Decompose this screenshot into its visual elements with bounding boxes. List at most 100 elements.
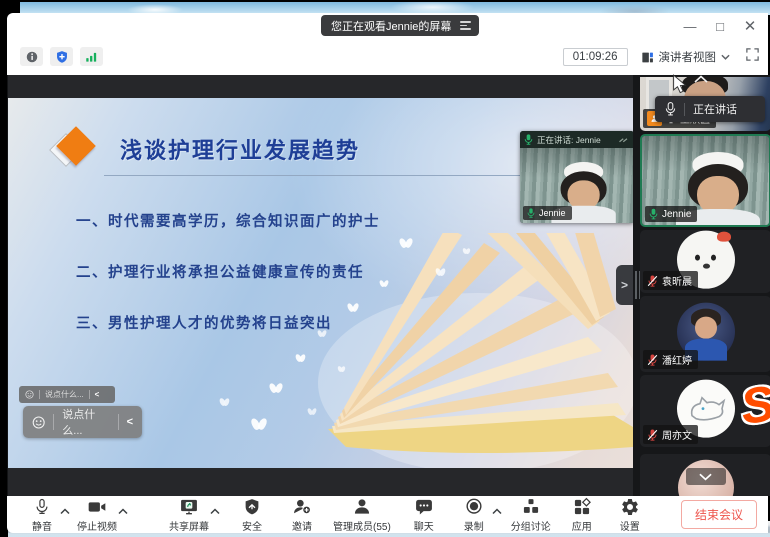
chat-placeholder[interactable]: 说点什么...	[45, 389, 84, 400]
participant-name: 潘红婷	[662, 352, 692, 367]
mic-muted-icon	[647, 354, 658, 366]
share-screen-label: 共享屏幕	[169, 518, 209, 533]
butterfly-icon	[308, 408, 316, 415]
security-status-button[interactable]	[50, 47, 73, 66]
butterfly-icon	[400, 238, 412, 248]
chevron-up-icon	[694, 75, 708, 83]
scroll-up-button[interactable]	[694, 70, 708, 88]
end-meeting-button[interactable]: 结束会议	[681, 500, 757, 529]
chat-quick-bar[interactable]: 说点什么... <	[23, 406, 142, 438]
share-screen-button[interactable]: 共享屏幕	[169, 497, 209, 533]
participant-tile[interactable]: 袁昕晨	[640, 230, 770, 293]
invite-person-icon	[292, 497, 312, 517]
butterfly-icon	[296, 354, 305, 362]
network-quality-button[interactable]	[80, 47, 103, 66]
meeting-content: 浅谈护理行业发展趋势 一、时代需要高学历，综合知识面广的护士 二、护理行业将承担…	[7, 75, 768, 496]
participant-name: 周亦文	[662, 427, 692, 442]
record-button[interactable]: 录制	[457, 497, 491, 533]
mic-icon	[665, 102, 676, 116]
chat-collapse-button[interactable]: <	[95, 390, 100, 399]
mute-options-caret[interactable]	[59, 502, 71, 520]
meeting-info-button[interactable]	[20, 47, 43, 66]
manage-members-button[interactable]: 管理成员(55)	[333, 497, 391, 533]
shared-screen-panel: 浅谈护理行业发展趋势 一、时代需要高学历，综合知识面广的护士 二、护理行业将承担…	[8, 75, 633, 496]
view-mode-label: 演讲者视图	[659, 49, 717, 65]
apps-button[interactable]: 应用	[565, 497, 599, 533]
mouse-cursor	[672, 74, 687, 94]
chat-bubble-icon	[414, 497, 434, 517]
security-button[interactable]: 安全	[235, 497, 269, 533]
stop-video-button[interactable]: 停止视频	[77, 497, 117, 533]
mute-button[interactable]: 静音	[25, 497, 59, 533]
chat-label: 聊天	[414, 518, 434, 533]
scroll-down-button[interactable]	[686, 468, 726, 485]
butterfly-icon	[270, 383, 282, 393]
view-mode-button[interactable]: 演讲者视图	[637, 47, 735, 67]
screen-share-banner-text: 您正在观看Jennie的屏幕	[331, 18, 451, 34]
emoji-icon[interactable]	[32, 415, 45, 430]
mic-active-icon	[649, 208, 658, 220]
video-options-caret[interactable]	[117, 502, 129, 520]
chat-collapse-button[interactable]: <	[127, 416, 133, 428]
close-button[interactable]: ✕	[740, 17, 760, 35]
collapse-chevrons-icon[interactable]	[618, 135, 630, 144]
signal-bars-icon	[84, 50, 99, 64]
butterfly-icon	[348, 303, 358, 312]
butterfly-icon	[463, 248, 470, 254]
speaker-name-label: Jennie	[539, 208, 566, 218]
members-icon	[352, 497, 372, 517]
apps-grid-icon	[572, 497, 592, 517]
participant-tile[interactable]: 潘红婷	[640, 296, 770, 372]
security-shield-icon	[243, 497, 261, 517]
emoji-icon[interactable]	[25, 390, 34, 399]
gear-icon	[620, 497, 640, 517]
participant-tile[interactable]	[640, 454, 770, 496]
speaker-overlay-title: 正在讲话: Jennie	[537, 134, 614, 146]
apps-label: 应用	[572, 518, 592, 533]
settings-button[interactable]: 设置	[613, 497, 647, 533]
participant-name: Jennie	[662, 209, 691, 220]
slide-bullet-1: 一、时代需要高学历，综合知识面广的护士	[76, 210, 380, 231]
fullscreen-button[interactable]	[743, 46, 762, 68]
speaking-tooltip: 正在讲话	[655, 96, 765, 122]
breakout-icon	[521, 497, 541, 517]
camera-icon	[87, 497, 107, 517]
speaking-tooltip-text: 正在讲话	[693, 101, 737, 117]
banner-menu-icon[interactable]	[460, 21, 471, 30]
fullscreen-icon	[745, 47, 760, 62]
butterfly-icon	[436, 268, 445, 276]
participant-tile-speaking[interactable]: Jennie	[640, 134, 770, 227]
minimize-button[interactable]: —	[680, 19, 700, 34]
record-icon	[464, 497, 484, 517]
info-icon	[25, 50, 39, 64]
share-options-caret[interactable]	[209, 502, 221, 520]
mute-label: 静音	[32, 518, 52, 533]
record-options-caret[interactable]	[491, 502, 503, 520]
meeting-window: 您正在观看Jennie的屏幕 — □ ✕	[7, 13, 768, 521]
mic-icon	[33, 497, 51, 517]
chat-button[interactable]: 聊天	[407, 497, 441, 533]
meeting-toolbar: 静音 停止视频	[7, 496, 768, 533]
participant-name: 袁昕晨	[662, 273, 692, 288]
mic-active-icon	[524, 134, 533, 145]
settings-label: 设置	[620, 518, 640, 533]
open-book-illustration	[288, 233, 633, 468]
meeting-timer: 01:09:26	[563, 48, 628, 66]
slide-diamond-icon	[52, 126, 98, 172]
butterfly-icon	[252, 418, 266, 430]
window-titlebar: 您正在观看Jennie的屏幕 — □ ✕	[7, 13, 768, 40]
active-speaker-overlay[interactable]: 正在讲话: Jennie	[520, 131, 633, 223]
manage-members-label: 管理成员(55)	[333, 518, 391, 533]
slide-title: 浅谈护理行业发展趋势	[120, 133, 360, 165]
share-screen-icon	[179, 497, 199, 517]
screen-share-banner[interactable]: 您正在观看Jennie的屏幕	[321, 15, 479, 36]
sidebar-collapse-handle[interactable]: >	[616, 265, 633, 305]
invite-button[interactable]: 邀请	[285, 497, 319, 533]
meeting-statusbar: 01:09:26 演讲者视图	[7, 40, 768, 75]
chat-placeholder[interactable]: 说点什么...	[62, 406, 109, 438]
maximize-button[interactable]: □	[710, 19, 730, 34]
butterfly-icon	[318, 330, 326, 337]
breakout-rooms-button[interactable]: 分组讨论	[511, 497, 551, 533]
chat-quick-bar-shared[interactable]: 说点什么... <	[19, 386, 115, 403]
chevron-down-icon	[721, 54, 730, 60]
